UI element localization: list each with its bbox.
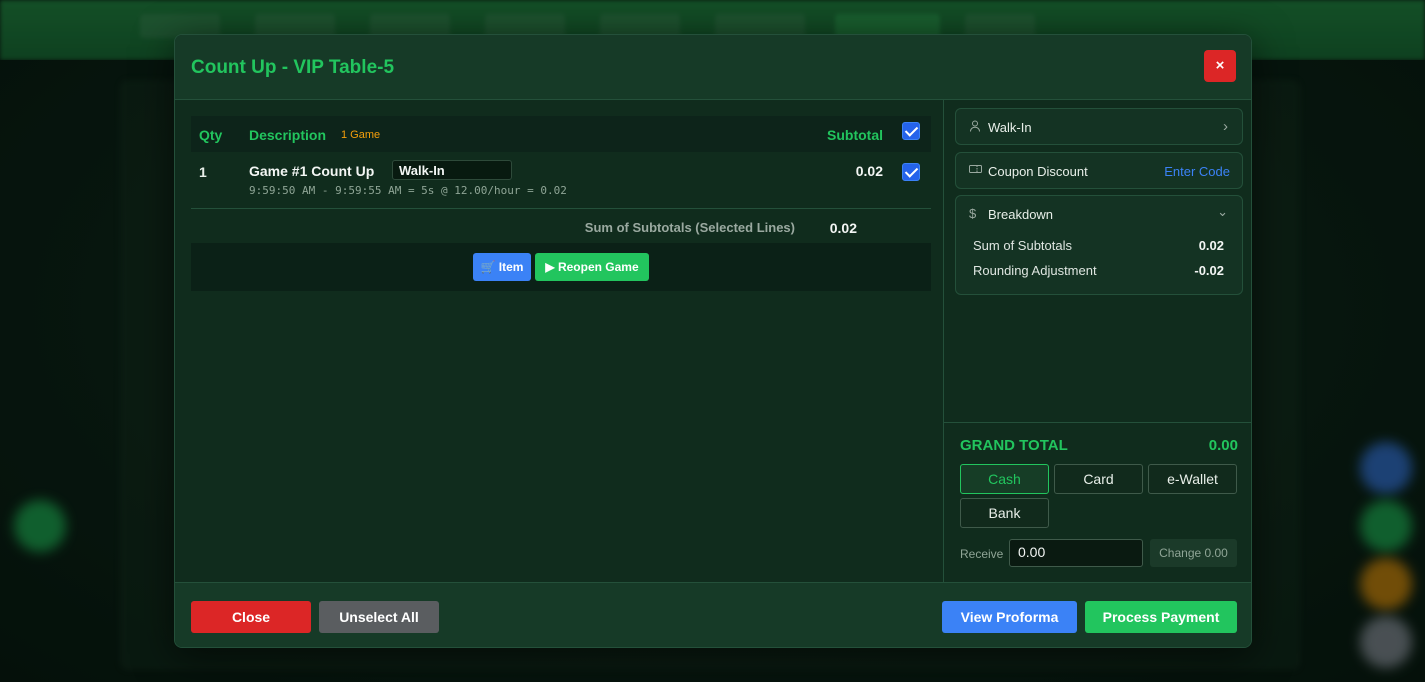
- process-payment-button[interactable]: Process Payment: [1085, 601, 1237, 633]
- enter-code-link[interactable]: Enter Code: [1164, 164, 1230, 179]
- modal-title: Count Up - VIP Table-5: [191, 57, 395, 78]
- row-description: Game #1 Count Up: [249, 163, 375, 179]
- select-all-checkbox[interactable]: [902, 122, 920, 140]
- breakdown-item-label: Rounding Adjustment: [973, 263, 1097, 278]
- grand-total-value: 0.00: [1208, 437, 1238, 454]
- view-proforma-button[interactable]: View Proforma: [942, 601, 1077, 633]
- add-item-button[interactable]: 🛒 Item: [473, 253, 531, 281]
- payment-bank-button[interactable]: Bank: [960, 498, 1049, 528]
- user-icon: [969, 120, 981, 135]
- row-qty: 1: [199, 164, 207, 180]
- header-description: Description: [249, 127, 327, 143]
- receive-amount-input[interactable]: 0.00: [1009, 539, 1143, 567]
- coupon-card: Coupon Discount Enter Code: [955, 152, 1243, 189]
- chevron-right-icon: ›: [1223, 118, 1228, 135]
- modal-header: Count Up - VIP Table-5 ×: [175, 35, 1251, 100]
- action-bar: 🛒 Item ▶ Reopen Game: [191, 243, 931, 291]
- payment-card-button[interactable]: Card: [1054, 464, 1143, 494]
- grand-total-label: GRAND TOTAL: [960, 437, 1068, 454]
- coupon-label: Coupon Discount: [988, 164, 1088, 179]
- add-item-label: Item: [498, 260, 524, 274]
- row-time-detail: 9:59:50 AM - 9:59:55 AM = 5s @ 12.00/hou…: [249, 184, 567, 197]
- game-count-badge: 1 Game: [341, 129, 381, 141]
- sum-subtotals-label: Sum of Subtotals (Selected Lines): [584, 220, 795, 235]
- line-items-pane: Qty Description 1 Game Subtotal 1 Game #…: [175, 100, 943, 582]
- sum-subtotals-value: 0.02: [829, 220, 857, 236]
- row-subtotal: 0.02: [855, 163, 883, 179]
- row-checkbox[interactable]: [902, 163, 920, 181]
- breakdown-card: $ Breakdown ⌄ Sum of Subtotals 0.02 Roun…: [955, 195, 1243, 295]
- row-customer-input[interactable]: [392, 160, 512, 180]
- payment-cash-button[interactable]: Cash: [960, 464, 1049, 494]
- header-qty: Qty: [199, 127, 223, 143]
- modal-footer: Close Unselect All View Proforma Process…: [175, 582, 1251, 647]
- reopen-game-button[interactable]: ▶ Reopen Game: [535, 253, 649, 281]
- unselect-all-button[interactable]: Unselect All: [319, 601, 439, 633]
- reopen-game-label: Reopen Game: [557, 260, 639, 274]
- customer-selector[interactable]: Walk-In ›: [955, 108, 1243, 145]
- breakdown-item-label: Sum of Subtotals: [973, 238, 1072, 253]
- customer-name: Walk-In: [988, 120, 1032, 135]
- play-icon: ▶: [545, 260, 555, 274]
- header-subtotal: Subtotal: [827, 127, 883, 143]
- table-header: Qty Description 1 Game Subtotal: [191, 116, 931, 152]
- total-section: GRAND TOTAL 0.00 Cash Card e-Wallet Bank…: [944, 422, 1251, 582]
- close-icon[interactable]: ×: [1204, 50, 1236, 82]
- payment-ewallet-button[interactable]: e-Wallet: [1148, 464, 1237, 494]
- close-button[interactable]: Close: [191, 601, 311, 633]
- breakdown-label[interactable]: Breakdown: [988, 207, 1053, 222]
- chevron-down-icon[interactable]: ⌄: [1217, 204, 1228, 220]
- breakdown-item-value: 0.02: [1198, 238, 1224, 253]
- cart-icon: 🛒: [480, 260, 496, 274]
- receive-label: Receive: [960, 547, 1004, 561]
- dollar-icon: $: [969, 206, 977, 221]
- change-display: Change 0.00: [1150, 539, 1237, 567]
- ticket-icon: [969, 163, 982, 178]
- summary-pane: Walk-In › Coupon Discount Enter Code $ B…: [943, 100, 1251, 582]
- checkout-modal: Count Up - VIP Table-5 × Qty Description…: [174, 34, 1252, 648]
- breakdown-item-value: -0.02: [1194, 263, 1224, 278]
- table-row: 1 Game #1 Count Up 9:59:50 AM - 9:59:55 …: [191, 152, 931, 209]
